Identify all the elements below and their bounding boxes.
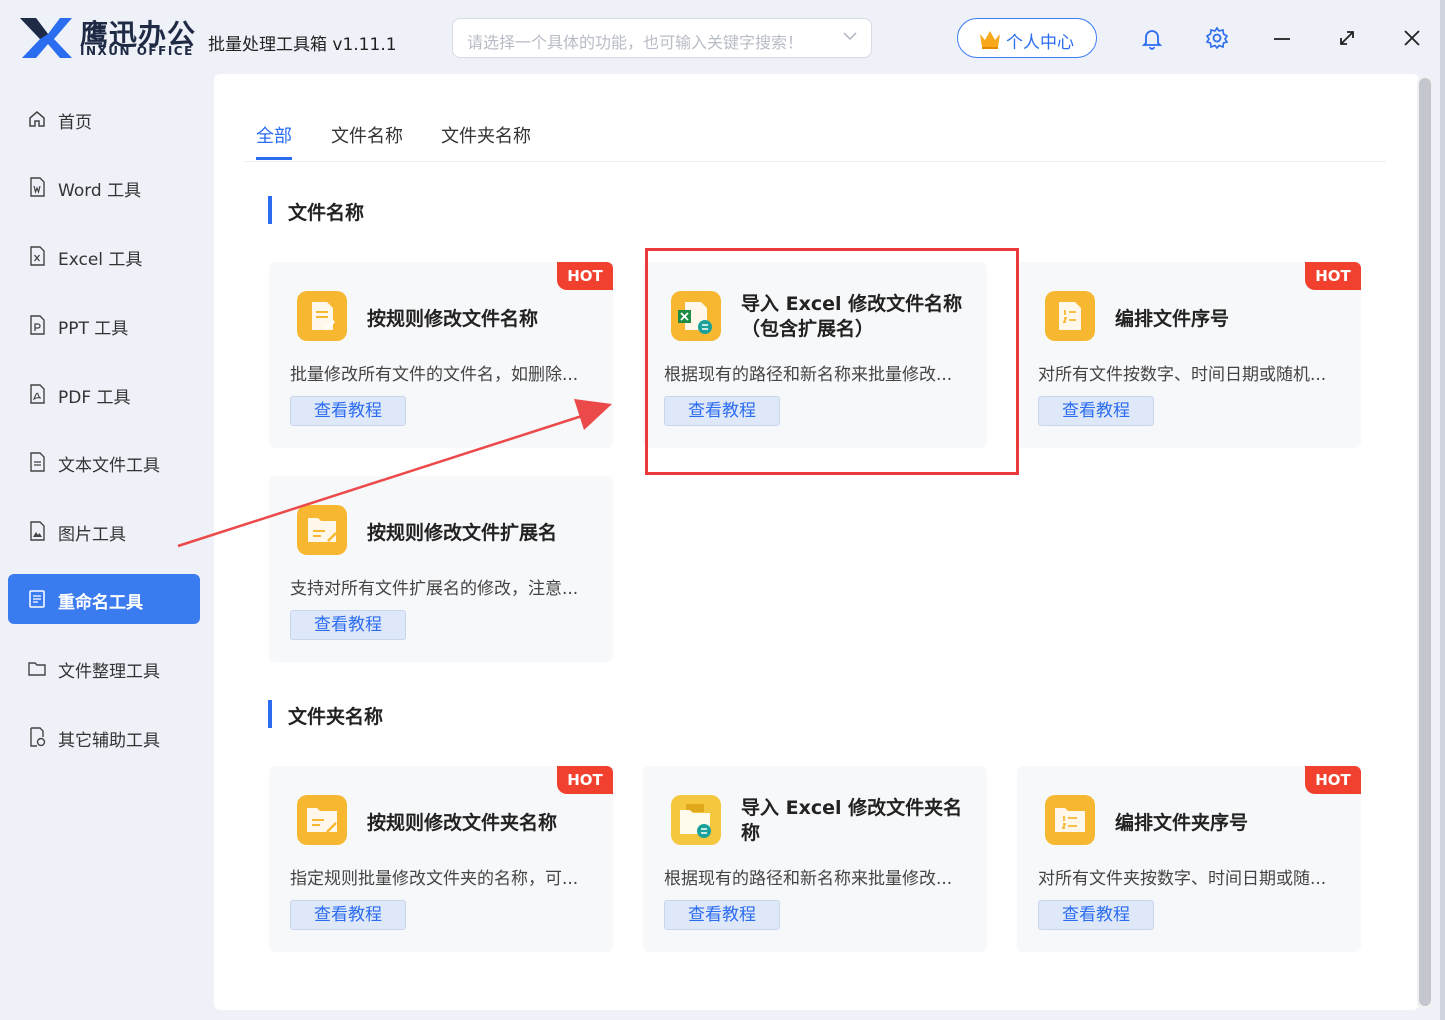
section-marker [268,700,272,728]
tool-card[interactable]: 导入 Excel 修改文件夹名称 根据现有的路径和新名称来批量修改... 查看教… [643,766,987,952]
tab-file-name[interactable]: 文件名称 [331,122,403,148]
hot-badge: HOT [1305,766,1361,794]
numbering-file-icon [1045,291,1095,341]
sidebar-item-label: 文本文件工具 [58,456,160,476]
view-tutorial-button[interactable]: 查看教程 [664,900,780,930]
tab-folder-name[interactable]: 文件夹名称 [441,122,531,148]
sidebar-item-home[interactable]: 首页 [8,94,200,144]
sidebar-item-ppt[interactable]: PPT 工具 [8,300,200,350]
section-title-folder-name: 文件夹名称 [288,706,384,728]
card-description: 对所有文件夹按数字、时间日期或随... [1038,869,1327,889]
ppt-file-icon [30,315,45,335]
text-file-icon [30,452,45,472]
minimize-icon[interactable] [1270,26,1294,50]
scrollbar-thumb[interactable] [1419,78,1431,1006]
card-description: 指定规则批量修改文件夹的名称，可... [290,869,579,889]
word-file-icon [30,177,45,197]
maximize-icon[interactable] [1335,26,1359,50]
bell-icon[interactable] [1140,26,1164,50]
tool-card[interactable]: 编排文件夹序号 对所有文件夹按数字、时间日期或随... 查看教程 HOT [1017,766,1361,952]
tool-card[interactable]: 按规则修改文件扩展名 支持对所有文件扩展名的修改，注意... 查看教程 [269,476,613,662]
sidebar-item-label: PDF 工具 [58,388,131,408]
sidebar-item-organize[interactable]: 文件整理工具 [8,643,200,693]
view-tutorial-button[interactable]: 查看教程 [1038,900,1154,930]
scrollbar[interactable] [1417,76,1433,1010]
title-bar: 鹰迅办公 INXUN OFFICE 批量处理工具箱 v1.11.1 请选择一个具… [0,0,1445,78]
card-description: 对所有文件按数字、时间日期或随机... [1038,365,1327,385]
rename-icon [29,590,45,608]
section-title-file-name: 文件名称 [288,202,365,224]
inxun-logo-icon [20,18,72,58]
card-title: 编排文件序号 [1115,308,1230,330]
user-center-label: 个人中心 [1006,33,1074,53]
sidebar-item-label: 图片工具 [58,525,126,545]
card-title: 按规则修改文件名称 [367,308,539,330]
pdf-file-icon [30,384,45,404]
tool-card[interactable]: 按规则修改文件名称 批量修改所有文件的文件名，如删除... 查看教程 HOT [269,262,613,448]
excel-file-icon [30,246,45,266]
sidebar-item-excel[interactable]: Excel 工具 [8,231,200,281]
tab-active-indicator [256,157,292,160]
sidebar-item-label: PPT 工具 [58,319,129,339]
sidebar-item-label: 文件整理工具 [58,662,160,682]
card-title: 按规则修改文件扩展名 [367,522,558,544]
sidebar: 首页 Word 工具 Excel 工具 PPT 工具 PDF 工具 文本文件工具… [0,78,202,780]
card-description: 根据现有的路径和新名称来批量修改... [664,869,953,889]
card-description: 批量修改所有文件的文件名，如删除... [290,365,579,385]
hot-badge: HOT [1305,262,1361,290]
card-title: 按规则修改文件夹名称 [367,812,558,834]
sidebar-item-rename[interactable]: 重命名工具 [8,574,200,624]
sidebar-item-label: Word 工具 [58,181,142,201]
app-title: 批量处理工具箱 v1.11.1 [208,35,397,55]
card-title: 编排文件夹序号 [1115,812,1249,834]
hot-badge: HOT [557,766,613,794]
chevron-down-icon[interactable] [841,27,859,45]
sidebar-item-label: Excel 工具 [58,250,143,270]
card-description: 支持对所有文件扩展名的修改，注意... [290,579,579,599]
sidebar-item-text[interactable]: 文本文件工具 [8,437,200,487]
brand-name-en: INXUN OFFICE [80,44,194,58]
sidebar-item-image[interactable]: 图片工具 [8,506,200,556]
home-icon [29,111,45,127]
rename-folder-icon [297,795,347,845]
sidebar-item-word[interactable]: Word 工具 [8,162,200,212]
sidebar-item-pdf[interactable]: PDF 工具 [8,369,200,419]
view-tutorial-button[interactable]: 查看教程 [290,610,406,640]
view-tutorial-button[interactable]: 查看教程 [290,396,406,426]
section-marker [268,196,272,224]
hot-badge: HOT [557,262,613,290]
main-panel: 全部 文件名称 文件夹名称 文件名称 文件夹名称 按规则修改文件名称 批量修改所… [214,74,1419,1010]
image-file-icon [30,521,45,541]
excel-folder-icon [671,795,721,845]
tool-card[interactable]: 编排文件序号 对所有文件按数字、时间日期或随机... 查看教程 HOT [1017,262,1361,448]
user-center-button[interactable]: 个人中心 [957,18,1097,58]
view-tutorial-button[interactable]: 查看教程 [1038,396,1154,426]
search-input[interactable]: 请选择一个具体的功能，也可输入关键字搜索！ [452,18,872,58]
highlight-box [645,248,1019,475]
folder-icon [28,662,46,676]
gear-icon[interactable] [1205,26,1229,50]
search-placeholder: 请选择一个具体的功能，也可输入关键字搜索！ [467,33,804,52]
tab-all[interactable]: 全部 [256,122,292,148]
tab-bar: 全部 文件名称 文件夹名称 [244,122,1386,162]
tool-card[interactable]: 按规则修改文件夹名称 指定规则批量修改文件夹的名称，可... 查看教程 HOT [269,766,613,952]
view-tutorial-button[interactable]: 查看教程 [290,900,406,930]
extension-edit-icon [297,505,347,555]
rename-file-icon [297,291,347,341]
sidebar-item-label: 首页 [58,113,92,133]
numbering-folder-icon [1045,795,1095,845]
misc-tool-icon [30,727,46,747]
sidebar-item-label: 其它辅助工具 [58,731,160,751]
crown-icon [980,31,1000,49]
card-title: 导入 Excel 修改文件夹名称 [741,797,963,844]
window-edge [1440,0,1445,1020]
close-icon[interactable] [1400,26,1424,50]
sidebar-item-label: 重命名工具 [58,593,143,613]
sidebar-item-misc[interactable]: 其它辅助工具 [8,712,200,762]
